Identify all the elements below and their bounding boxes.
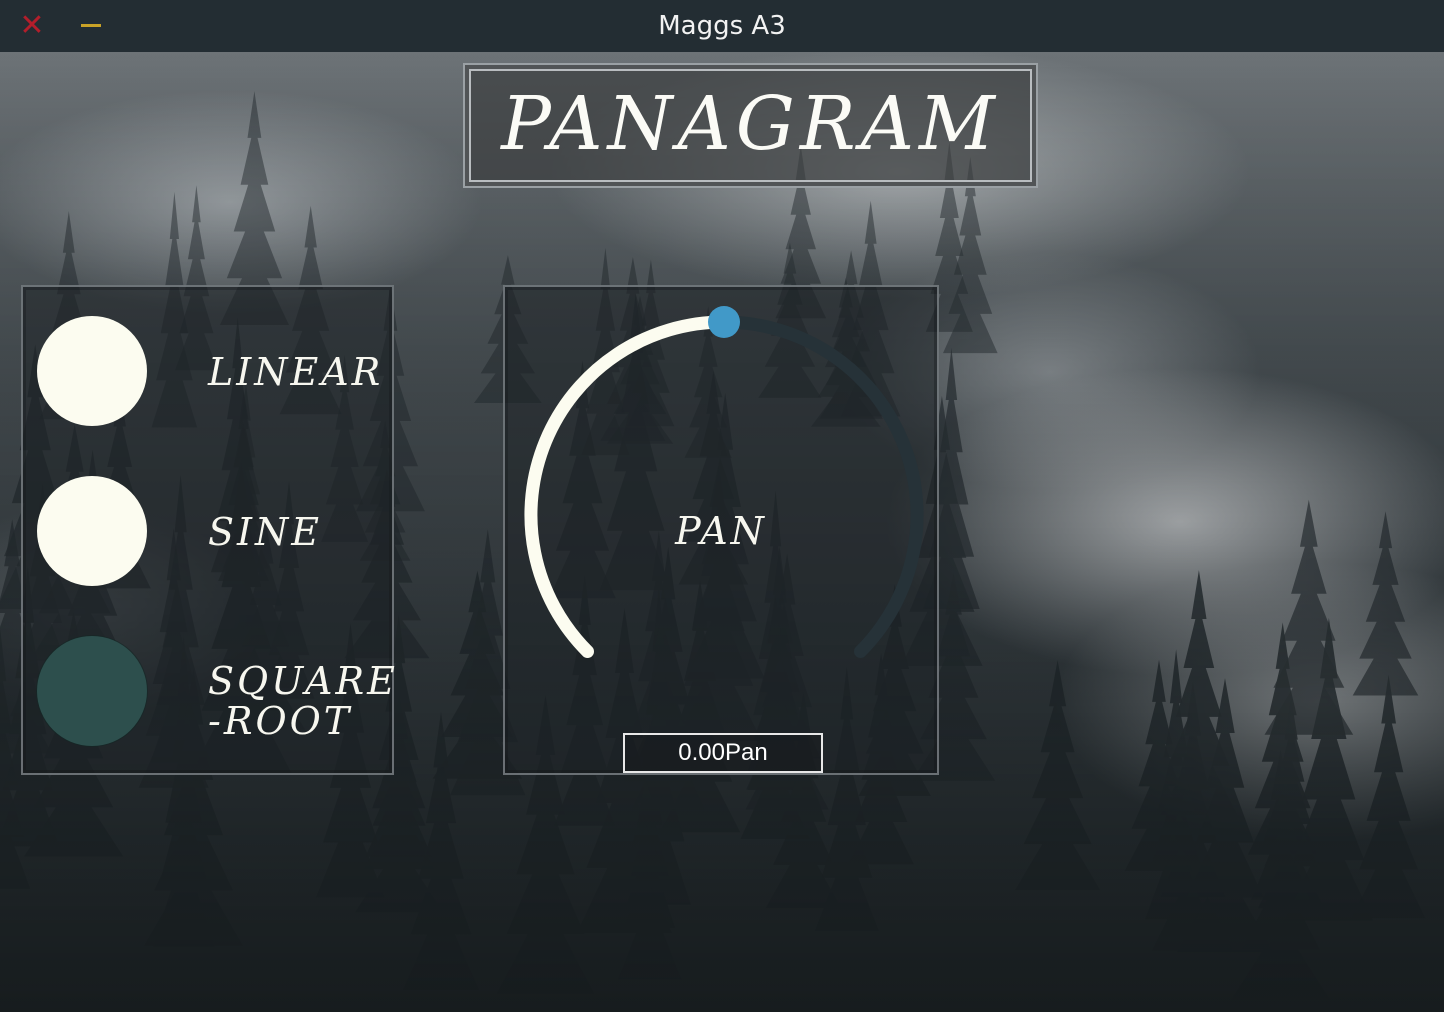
pan-knob-label: PAN [675, 509, 767, 553]
pan-law-option-square-root[interactable]: SQUARE -ROOT [23, 636, 395, 746]
square-root-label: SQUARE -ROOT [208, 659, 398, 743]
window-title: Maggs A3 [658, 11, 786, 41]
plugin-window: ✕ Maggs A3 PANAGRAM LINEAR SINE SQUARE -… [0, 0, 1444, 1012]
sine-radio-button[interactable] [37, 476, 147, 586]
linear-label: LINEAR [208, 350, 384, 394]
plugin-title-banner: PANAGRAM [463, 63, 1038, 188]
pan-law-option-sine[interactable]: SINE [23, 476, 392, 586]
pan-knob-thumb[interactable] [708, 306, 740, 338]
pan-law-option-linear[interactable]: LINEAR [23, 316, 392, 426]
pan-knob[interactable] [505, 287, 937, 727]
title-bar: ✕ Maggs A3 [0, 0, 1444, 52]
plugin-title: PANAGRAM [501, 81, 1000, 167]
square-root-radio-button[interactable] [37, 636, 147, 746]
pan-value-display[interactable]: 0.00Pan [623, 733, 823, 773]
pan-knob-value-arc [524, 315, 731, 658]
pan-knob-panel: PAN 0.00Pan [503, 285, 939, 775]
linear-radio-button[interactable] [37, 316, 147, 426]
pan-knob-track [717, 315, 924, 658]
sine-label: SINE [208, 510, 323, 554]
pan-law-selector: LINEAR SINE SQUARE -ROOT [21, 285, 395, 775]
